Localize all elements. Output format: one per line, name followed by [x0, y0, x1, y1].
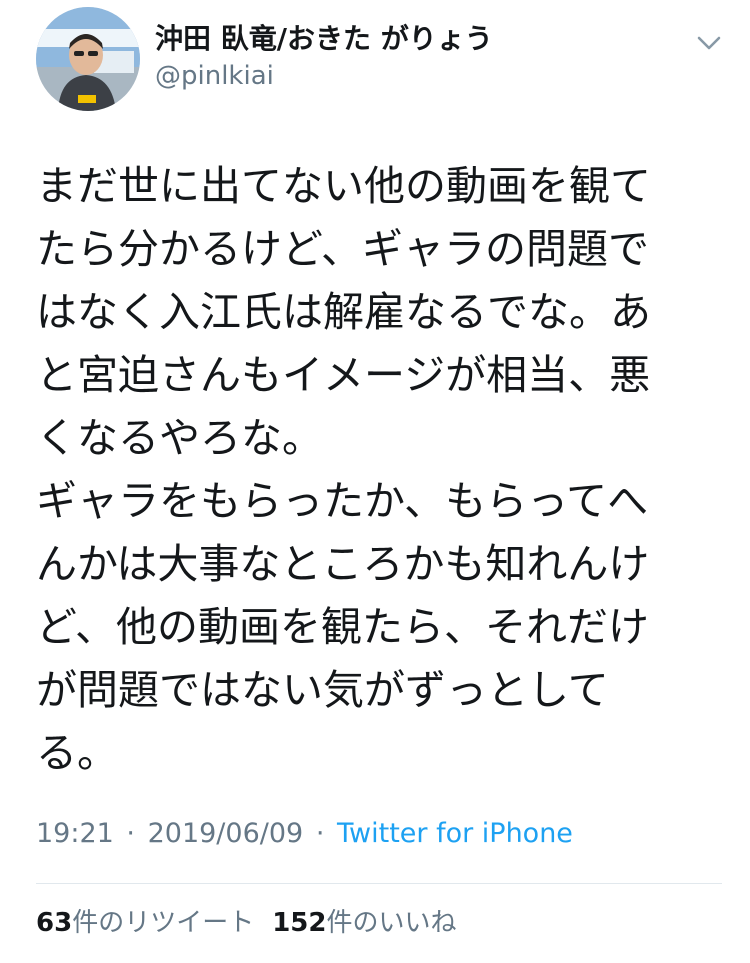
likes-label: 件のいいね	[326, 908, 457, 938]
divider	[36, 883, 722, 884]
tweet-time: 19:21	[36, 818, 114, 849]
tweet-text-line: る。	[36, 729, 118, 777]
tweet-text-line: ギャラをもらったか、もらってへ	[36, 477, 649, 525]
meta-separator: ·	[126, 818, 135, 849]
tweet-text-line: と宮迫さんもイメージが相当、悪	[36, 351, 651, 399]
tweet-text-line: まだ世に出てない他の動画を観て	[36, 162, 651, 210]
tweet-text-line: んかは大事なところかも知れんけ	[36, 540, 650, 588]
likes-count: 152	[272, 908, 327, 938]
tweet-text-line: くなるやろな。	[36, 414, 323, 462]
meta-separator: ·	[315, 818, 325, 849]
chevron-down-icon[interactable]	[692, 28, 726, 58]
author-display-name[interactable]: 沖田 臥竜/おきた がりょう	[155, 22, 493, 56]
retweets-stat[interactable]: 63件のリツイート	[36, 908, 254, 938]
tweet-stats: 63件のリツイート 152件のいいね	[36, 906, 457, 940]
tweet-text-line: が問題ではない気がずっとして	[36, 666, 609, 714]
retweets-count: 63	[36, 908, 73, 938]
tweet-text-line: たら分かるけど、ギャラの問題で	[36, 225, 649, 273]
tweet-meta: 19:21 · 2019/06/09 · Twitter for iPhone	[36, 816, 573, 852]
author-handle[interactable]: @pinlkiai	[155, 60, 274, 92]
retweets-label: 件のリツイート	[72, 908, 255, 938]
likes-stat[interactable]: 152件のいいね	[272, 908, 456, 938]
avatar[interactable]	[36, 7, 140, 111]
tweet-date: 2019/06/09	[147, 818, 304, 849]
tweet-detail: 沖田 臥竜/おきた がりょう @pinlkiai まだ世に出てない他の動画を観て…	[0, 0, 750, 963]
tweet-source-link[interactable]: Twitter for iPhone	[337, 818, 573, 849]
tweet-text-line: はなく入江氏は解雇なるでな。あ	[36, 288, 651, 336]
tweet-text: まだ世に出てない他の動画を観て たら分かるけど、ギャラの問題で はなく入江氏は解…	[36, 155, 716, 785]
tweet-text-line: ど、他の動画を観たら、それだけ	[36, 603, 649, 651]
